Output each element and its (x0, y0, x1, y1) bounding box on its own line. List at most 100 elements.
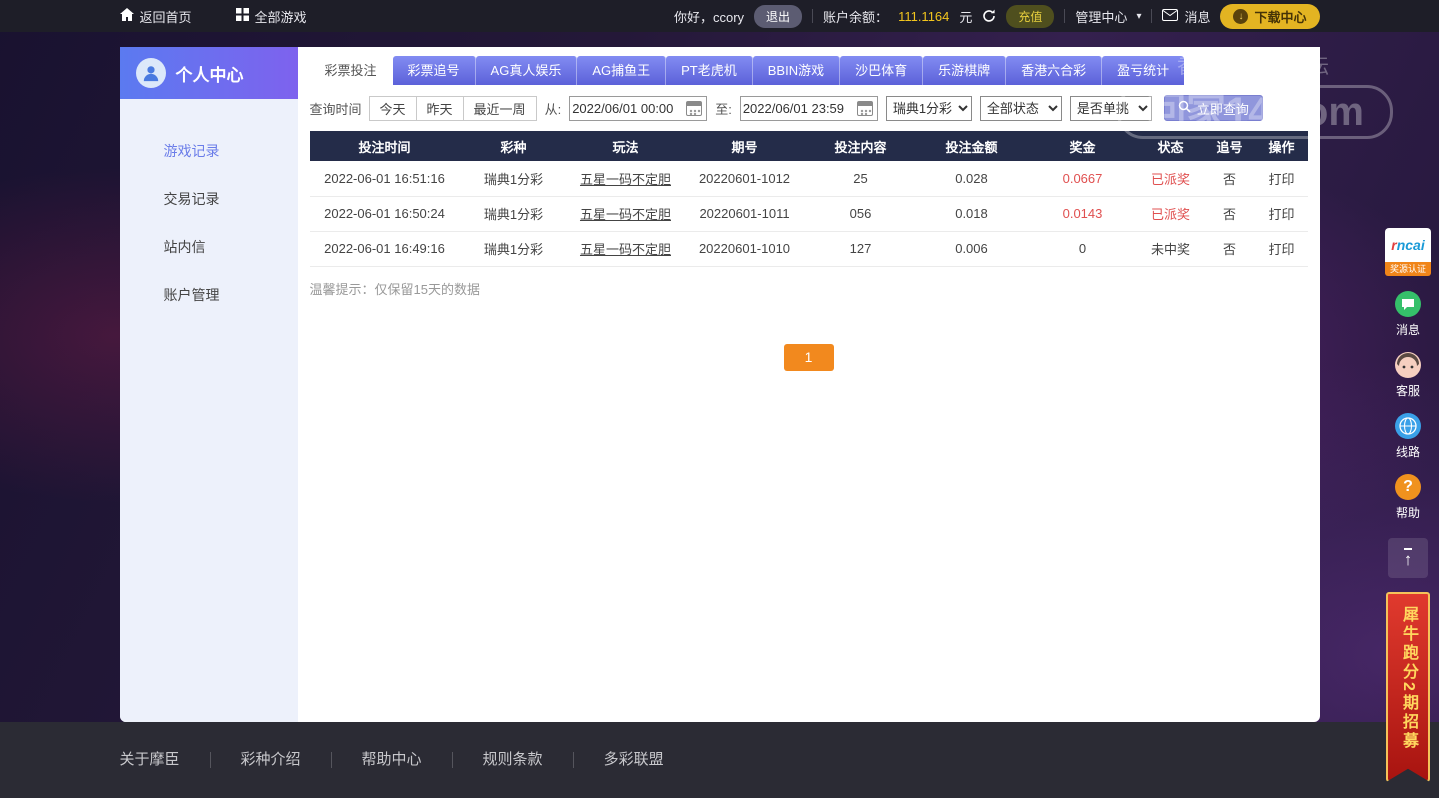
cell-bet-time: 2022-06-01 16:49:16 (309, 231, 460, 267)
footer-link-lottery-intro[interactable]: 彩种介绍 (211, 752, 332, 768)
tab-hk-mark-six[interactable]: 香港六合彩 (1006, 56, 1103, 85)
cell-issue: 20220601-1011 (683, 196, 806, 232)
col-bet-amount: 投注金额 (915, 131, 1028, 161)
table-row: 2022-06-01 16:49:16 瑞典1分彩 五星一码不定胆 202206… (309, 231, 1308, 267)
lottery-select[interactable]: 瑞典1分彩 (885, 95, 972, 121)
quick-last-week-button[interactable]: 最近一周 (462, 95, 537, 121)
col-bet-content: 投注内容 (805, 131, 916, 161)
footer-link-help-center[interactable]: 帮助中心 (332, 752, 453, 768)
from-date-input[interactable] (572, 100, 687, 116)
personal-center-panel: 个人中心 游戏记录 交易记录 站内信 账户管理 彩票投注 彩票追号 AG真人娱乐… (119, 47, 1320, 722)
tab-lottery-chase[interactable]: 彩票追号 (392, 56, 476, 85)
page-1-button[interactable]: 1 (783, 343, 834, 371)
cell-bet-time: 2022-06-01 16:50:24 (309, 196, 460, 232)
footer-link-about[interactable]: 关于摩臣 (120, 752, 211, 768)
cell-bet-amount: 0.006 (915, 231, 1028, 267)
cert-ribbon-label: 奖源认证 (1385, 262, 1431, 276)
cell-bet-content: 056 (805, 196, 916, 232)
back-to-top-button[interactable]: ↑ (1388, 538, 1428, 578)
cell-prize: 0.0667 (1027, 161, 1138, 197)
award-cert-badge[interactable]: rncai 奖源认证 (1385, 228, 1431, 276)
print-link[interactable]: 打印 (1255, 196, 1308, 232)
cell-bet-content: 127 (805, 231, 916, 267)
magnifier-icon (1178, 100, 1191, 116)
cell-chase: 否 (1203, 161, 1256, 197)
print-link[interactable]: 打印 (1255, 231, 1308, 267)
rncai-logo: rncai (1385, 228, 1431, 262)
col-status: 状态 (1137, 131, 1204, 161)
home-link[interactable]: 返回首页 (119, 7, 192, 26)
admin-center-menu[interactable]: 管理中心 ▾ (1075, 7, 1141, 26)
status-badge: 未中奖 (1137, 231, 1204, 267)
envelope-icon (1162, 8, 1179, 24)
tab-shaba-sports[interactable]: 沙巴体育 (840, 56, 924, 85)
sidebar-header: 个人中心 (119, 47, 298, 99)
calendar-icon[interactable] (686, 100, 703, 116)
col-lottery: 彩种 (459, 131, 568, 161)
play-type-link[interactable]: 五星一码不定胆 (567, 196, 684, 232)
sidebar-item-transaction-records[interactable]: 交易记录 (120, 175, 298, 223)
admin-center-label: 管理中心 (1075, 9, 1128, 25)
tab-ag-live[interactable]: AG真人娱乐 (475, 56, 578, 85)
tab-pt-slots[interactable]: PT老虎机 (666, 56, 753, 85)
quick-today-button[interactable]: 今天 (368, 95, 417, 121)
grid-icon (235, 8, 249, 24)
recharge-button[interactable]: 充值 (1006, 4, 1055, 28)
download-center-button[interactable]: ↓ 下载中心 (1220, 3, 1320, 29)
query-bar: 查询时间 今天 昨天 最近一周 从: 至: 瑞典1分彩 全部状态 是否单挑 立即… (310, 95, 1308, 121)
tab-bbin-games[interactable]: BBIN游戏 (752, 56, 841, 85)
float-help[interactable]: ? 帮助 (1395, 474, 1421, 521)
cell-issue: 20220601-1012 (683, 161, 806, 197)
download-center-label: 下载中心 (1254, 9, 1307, 25)
sidebar-item-account-management[interactable]: 账户管理 (120, 271, 298, 319)
cell-bet-time: 2022-06-01 16:51:16 (309, 161, 460, 197)
chevron-down-icon: ▾ (1136, 10, 1142, 22)
tab-profit-stats[interactable]: 盈亏统计 (1102, 56, 1185, 85)
to-date-input[interactable] (742, 100, 857, 116)
divider (812, 9, 814, 23)
cell-lottery: 瑞典1分彩 (459, 161, 568, 197)
content-area: 彩票投注 彩票追号 AG真人娱乐 AG捕鱼王 PT老虎机 BBIN游戏 沙巴体育… (298, 47, 1320, 722)
cell-bet-amount: 0.028 (915, 161, 1028, 197)
search-button[interactable]: 立即查询 (1163, 95, 1263, 121)
single-bet-select[interactable]: 是否单挑 (1069, 95, 1152, 121)
float-lines[interactable]: 线路 (1395, 413, 1421, 460)
promo-banner[interactable]: 犀牛跑分2期招募 (1386, 592, 1430, 782)
record-tabs: 彩票投注 彩票追号 AG真人娱乐 AG捕鱼王 PT老虎机 BBIN游戏 沙巴体育… (309, 56, 1308, 85)
cell-chase: 否 (1203, 231, 1256, 267)
status-badge: 已派奖 (1137, 161, 1204, 197)
float-help-label: 帮助 (1395, 506, 1420, 520)
pagination: 1 (310, 343, 1308, 371)
customer-service-icon (1395, 352, 1421, 378)
play-type-link[interactable]: 五星一码不定胆 (567, 231, 684, 267)
sidebar-item-inbox[interactable]: 站内信 (120, 223, 298, 271)
messages-link[interactable]: 消息 (1162, 7, 1210, 26)
divider (1151, 9, 1153, 23)
refresh-balance-icon[interactable] (982, 9, 996, 23)
balance-unit: 元 (959, 9, 973, 25)
tab-lottery-bets[interactable]: 彩票投注 (309, 56, 393, 85)
footer-link-alliance[interactable]: 多彩联盟 (574, 752, 694, 768)
from-label: 从: (544, 101, 562, 117)
cell-prize: 0 (1027, 231, 1138, 267)
sidebar-item-game-records[interactable]: 游戏记录 (120, 127, 298, 175)
float-customer-service[interactable]: 客服 (1395, 352, 1421, 399)
footer-link-rules[interactable]: 规则条款 (453, 752, 574, 768)
all-games-link[interactable]: 全部游戏 (235, 7, 307, 26)
float-customer-service-label: 客服 (1395, 384, 1420, 398)
status-select[interactable]: 全部状态 (979, 95, 1062, 121)
all-games-label: 全部游戏 (254, 9, 307, 25)
calendar-icon[interactable] (856, 100, 873, 116)
greeting-text: 你好，ccory (673, 9, 745, 25)
logout-button[interactable]: 退出 (754, 4, 803, 28)
print-link[interactable]: 打印 (1255, 161, 1308, 197)
cell-chase: 否 (1203, 196, 1256, 232)
cell-bet-amount: 0.018 (915, 196, 1028, 232)
float-messages[interactable]: 消息 (1395, 291, 1421, 338)
play-type-link[interactable]: 五星一码不定胆 (567, 161, 684, 197)
tab-leyou-chess[interactable]: 乐游棋牌 (923, 56, 1007, 85)
tab-ag-fishing[interactable]: AG捕鱼王 (577, 56, 667, 85)
col-chase: 追号 (1203, 131, 1256, 161)
balance-value: 111.1164 (898, 8, 950, 24)
quick-yesterday-button[interactable]: 昨天 (415, 95, 464, 121)
